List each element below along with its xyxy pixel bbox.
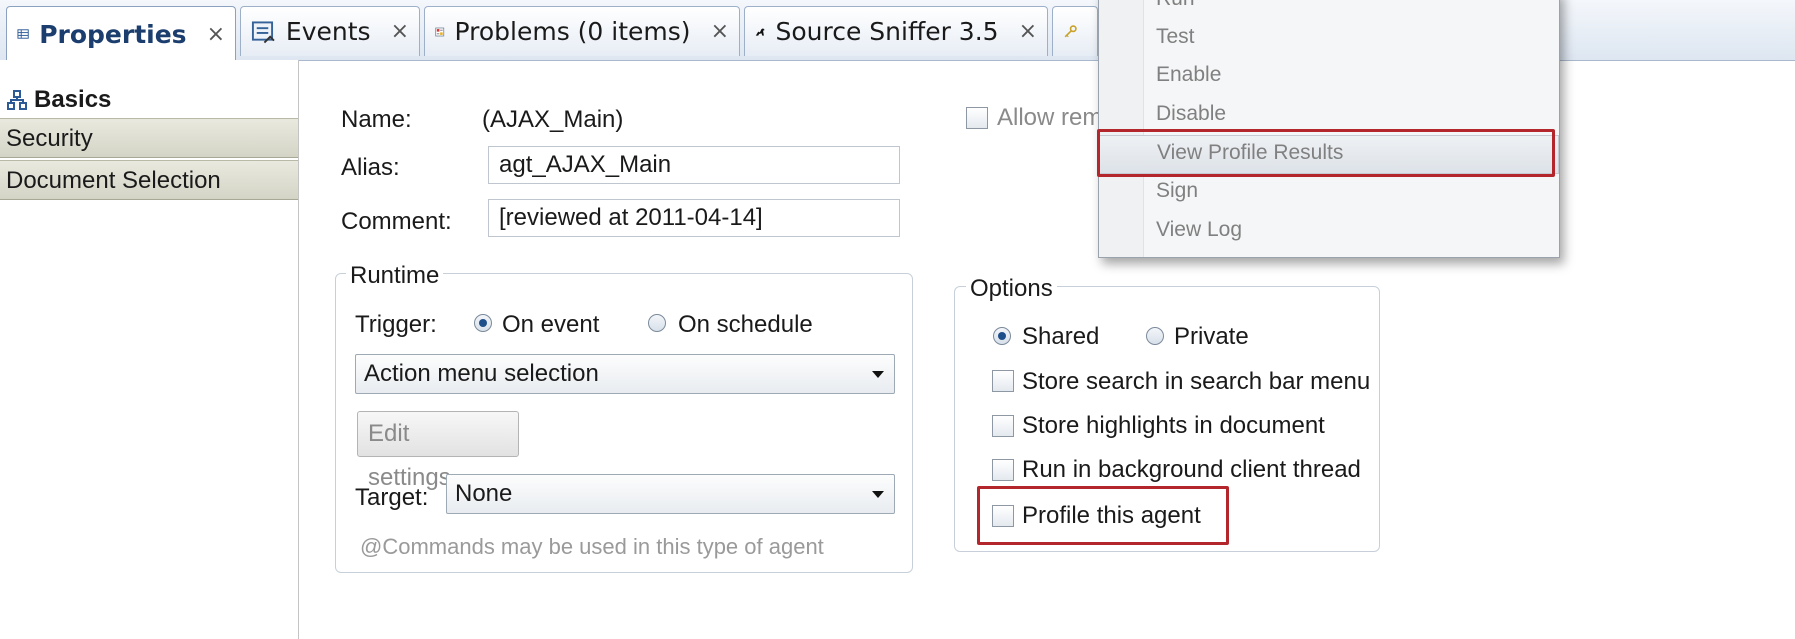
menu-item-enable[interactable]: Enable bbox=[1156, 63, 1221, 87]
private-label: Private bbox=[1174, 323, 1249, 350]
menu-item-view-log[interactable]: View Log bbox=[1156, 218, 1242, 242]
shared-radio[interactable] bbox=[993, 327, 1011, 345]
on-schedule-radio[interactable] bbox=[648, 314, 666, 332]
tab-overflow[interactable] bbox=[1052, 6, 1098, 56]
section-document-selection[interactable]: Document Selection bbox=[0, 160, 298, 200]
target-select-value: None bbox=[455, 480, 513, 507]
view-profile-results-highlight bbox=[1097, 129, 1555, 177]
options-title: Options bbox=[966, 275, 1057, 303]
run-background-checkbox[interactable] bbox=[992, 459, 1014, 481]
commands-hint: @Commands may be used in this type of ag… bbox=[360, 534, 824, 559]
properties-table-icon bbox=[17, 29, 29, 39]
sniffer-dog-icon bbox=[755, 27, 765, 36]
section-label: Security bbox=[6, 125, 93, 152]
alias-label: Alias: bbox=[341, 154, 400, 181]
section-security[interactable]: Security bbox=[0, 118, 298, 158]
close-icon[interactable]: × bbox=[207, 22, 225, 47]
store-highlights-checkbox[interactable] bbox=[992, 415, 1014, 437]
profile-agent-highlight bbox=[977, 486, 1229, 545]
comment-field[interactable]: [reviewed at 2011-04-14] bbox=[488, 199, 900, 237]
section-label: Basics bbox=[34, 86, 112, 113]
close-icon[interactable]: × bbox=[391, 19, 409, 44]
tab-events[interactable]: Events × bbox=[240, 6, 420, 56]
section-basics[interactable]: Basics bbox=[0, 80, 298, 120]
comment-label: Comment: bbox=[341, 208, 452, 235]
section-label: Document Selection bbox=[6, 167, 221, 194]
chevron-down-icon bbox=[872, 371, 884, 378]
on-event-radio[interactable] bbox=[474, 314, 492, 332]
key-icon bbox=[1064, 24, 1077, 37]
name-label: Name: bbox=[341, 106, 412, 133]
tab-label: Source Sniffer 3.5 bbox=[775, 17, 999, 46]
close-icon[interactable]: × bbox=[711, 19, 729, 44]
run-background-label: Run in background client thread bbox=[1022, 456, 1361, 483]
runtime-title: Runtime bbox=[346, 262, 444, 290]
shared-label: Shared bbox=[1022, 323, 1100, 350]
chevron-down-icon bbox=[872, 491, 884, 498]
trigger-select[interactable]: Action menu selection bbox=[355, 354, 895, 394]
problems-icon bbox=[435, 27, 445, 36]
hierarchy-icon bbox=[7, 90, 27, 110]
tab-label: Problems (0 items) bbox=[454, 17, 691, 46]
close-icon[interactable]: × bbox=[1019, 19, 1037, 44]
events-icon bbox=[251, 20, 275, 43]
menu-item-disable[interactable]: Disable bbox=[1156, 102, 1226, 126]
private-radio[interactable] bbox=[1146, 327, 1164, 345]
allow-remote-checkbox[interactable] bbox=[966, 107, 988, 129]
target-select[interactable]: None bbox=[446, 474, 895, 514]
tab-label: Events bbox=[285, 17, 371, 46]
tab-properties[interactable]: Properties × bbox=[6, 6, 236, 61]
section-list: Basics Security Document Selection bbox=[0, 60, 299, 639]
on-event-label: On event bbox=[502, 311, 600, 338]
trigger-label: Trigger: bbox=[355, 311, 437, 338]
tab-source-sniffer[interactable]: Source Sniffer 3.5 × bbox=[744, 6, 1048, 56]
tab-problems[interactable]: Problems (0 items) × bbox=[424, 6, 740, 56]
store-search-checkbox[interactable] bbox=[992, 370, 1014, 392]
trigger-select-value: Action menu selection bbox=[364, 360, 599, 387]
edit-settings-button[interactable]: Edit settings... bbox=[357, 411, 519, 491]
tab-label: Properties bbox=[39, 19, 187, 49]
allow-remote-label: Allow rem bbox=[997, 104, 1103, 131]
target-label: Target: bbox=[355, 484, 429, 511]
on-schedule-label: On schedule bbox=[678, 311, 813, 338]
menu-item-sign[interactable]: Sign bbox=[1156, 179, 1198, 203]
store-search-label: Store search in search bar menu bbox=[1022, 368, 1371, 395]
alias-field[interactable]: agt_AJAX_Main bbox=[488, 146, 900, 184]
store-highlights-label: Store highlights in document bbox=[1022, 412, 1325, 439]
name-value: (AJAX_Main) bbox=[482, 106, 624, 133]
menu-item-test[interactable]: Test bbox=[1156, 25, 1195, 49]
menu-item-run[interactable]: Run bbox=[1156, 0, 1195, 11]
